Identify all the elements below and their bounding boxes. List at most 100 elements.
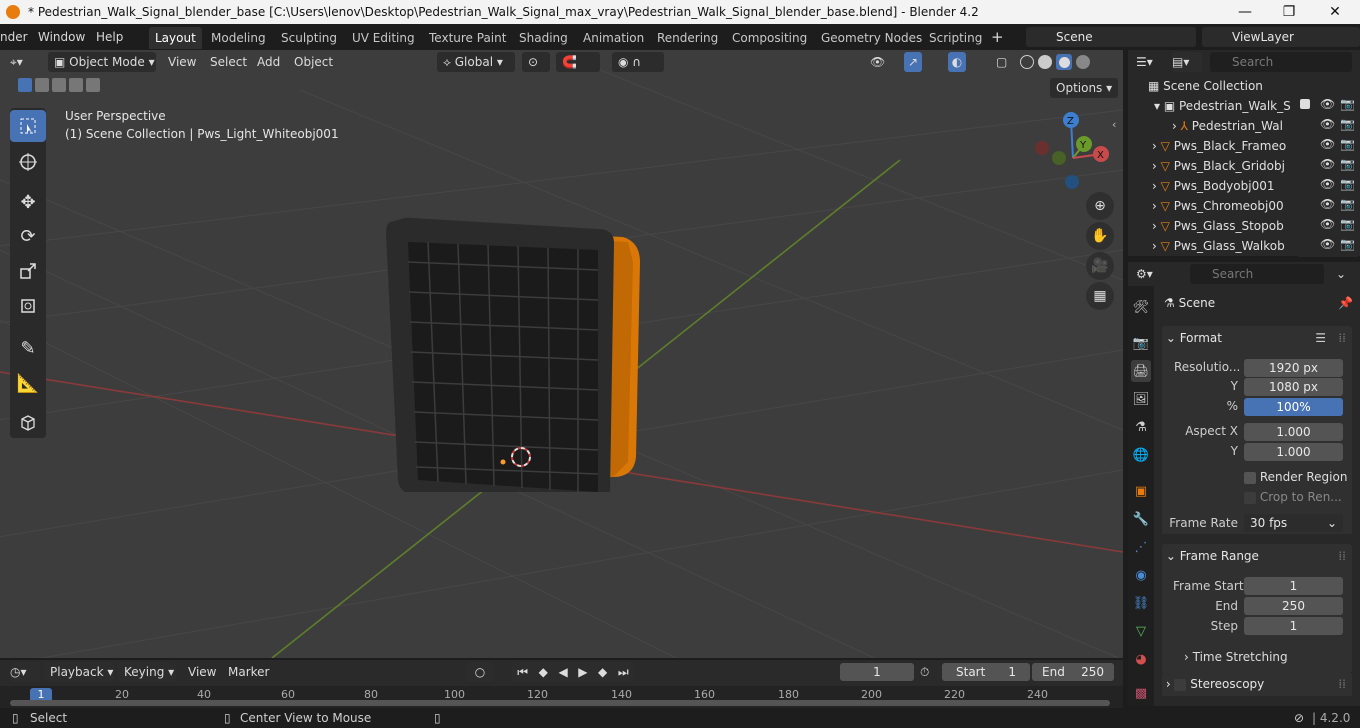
menu-view[interactable]: View xyxy=(168,52,196,72)
auto-keying-icon[interactable]: ○ xyxy=(466,662,494,682)
eye-icon[interactable]: 👁 xyxy=(1320,237,1335,251)
select-extend-icon[interactable] xyxy=(35,78,49,92)
aspect-y-field[interactable]: 1.000 xyxy=(1244,443,1343,461)
collection-exclude-checkbox[interactable] xyxy=(1300,99,1310,109)
tab-scripting[interactable]: Scripting xyxy=(923,27,988,49)
properties-options-chevron-icon[interactable]: ⌄ xyxy=(1336,264,1352,284)
scale-tool-icon[interactable] xyxy=(10,255,46,287)
timeline-view-menu[interactable]: View xyxy=(188,662,216,682)
snap-icon[interactable]: 🧲 xyxy=(556,52,600,72)
minimize-button[interactable]: — xyxy=(1222,0,1268,24)
rendered-shading-icon[interactable] xyxy=(1076,55,1090,69)
cursor-tool-icon[interactable] xyxy=(10,146,46,178)
transform-orientation-dropdown[interactable]: ⟡ Global ▾ xyxy=(437,52,515,72)
editor-type-icon[interactable]: ⌖▾ xyxy=(10,52,40,72)
frame-end-field[interactable]: 250 xyxy=(1244,597,1343,615)
timeline-scrollbar[interactable] xyxy=(10,700,1110,706)
camera-icon[interactable]: 📷 xyxy=(1340,157,1355,171)
menu-help[interactable]: Help xyxy=(96,28,123,46)
render-region-checkbox[interactable]: Render Region xyxy=(1244,470,1347,484)
annotate-tool-icon[interactable]: ✎ xyxy=(10,332,46,364)
ortho-toggle-icon[interactable]: ▦ xyxy=(1086,282,1114,310)
frame-step-field[interactable]: 1 xyxy=(1244,617,1343,635)
prev-keyframe-icon[interactable]: ◆ xyxy=(539,662,548,682)
jump-end-icon[interactable]: ⏭ xyxy=(618,662,629,682)
eye-icon[interactable]: 👁 xyxy=(1320,157,1335,171)
pivot-icon[interactable]: ⊙ xyxy=(522,52,550,72)
frame-range-section-header[interactable]: ⌄ Frame Range ⁞⁞ xyxy=(1162,544,1352,568)
current-frame-field[interactable]: 1 xyxy=(840,663,914,681)
resolution-y-field[interactable]: 1080 px xyxy=(1244,378,1343,396)
close-window-button[interactable]: ✕ xyxy=(1312,0,1358,24)
camera-icon[interactable]: 📷 xyxy=(1340,97,1355,111)
camera-icon[interactable]: 📷 xyxy=(1340,177,1355,191)
options-dropdown[interactable]: Options ▾ xyxy=(1050,78,1118,98)
material-tab-icon[interactable]: ◕ xyxy=(1131,648,1151,670)
pan-view-icon[interactable]: ✋ xyxy=(1086,222,1114,250)
tab-compositing[interactable]: Compositing xyxy=(726,27,813,49)
menu-object[interactable]: Object xyxy=(294,52,333,72)
stopwatch-icon[interactable]: ⏱ xyxy=(920,662,938,682)
tab-rendering[interactable]: Rendering xyxy=(651,27,724,49)
play-icon[interactable]: ▶ xyxy=(578,662,587,682)
3d-cursor-icon[interactable] xyxy=(506,442,536,472)
menu-add[interactable]: Add xyxy=(257,52,280,72)
time-stretching-subpanel[interactable]: › Time Stretching xyxy=(1184,650,1288,664)
select-new-icon[interactable] xyxy=(18,78,32,92)
resolution-x-field[interactable]: 1920 px xyxy=(1244,359,1343,377)
camera-icon[interactable]: 📷 xyxy=(1340,197,1355,211)
frame-start-field[interactable]: 1 xyxy=(1244,577,1343,595)
menu-render[interactable]: nder xyxy=(0,28,28,46)
aspect-x-field[interactable]: 1.000 xyxy=(1244,423,1343,441)
physics-tab-icon[interactable]: ◉ xyxy=(1131,564,1151,586)
timeline-ruler[interactable]: 1 20 40 60 80 100 120 140 160 180 200 22… xyxy=(0,686,1123,708)
tool-tab-icon[interactable]: 🛠 xyxy=(1131,296,1151,318)
outliner-editor-type-icon[interactable]: ☰▾ xyxy=(1136,52,1166,72)
timeline-marker-menu[interactable]: Marker xyxy=(228,662,269,682)
eye-icon[interactable]: 👁 xyxy=(1320,217,1335,231)
pin-icon[interactable]: 📌 xyxy=(1338,296,1353,310)
shading-mode-group[interactable] xyxy=(1020,52,1100,72)
overlay-toggle-icon[interactable]: ◐ xyxy=(948,52,966,72)
visibility-icon[interactable]: 👁 xyxy=(870,52,894,72)
particles-tab-icon[interactable]: ⋰ xyxy=(1131,536,1151,558)
keying-menu[interactable]: Keying ▾ xyxy=(118,662,176,682)
tab-uv-editing[interactable]: UV Editing xyxy=(346,27,421,49)
scene-tab-icon[interactable]: ⚗ xyxy=(1131,416,1151,438)
select-invert-icon[interactable] xyxy=(69,78,83,92)
transform-tool-icon[interactable] xyxy=(10,290,46,322)
eye-icon[interactable]: 👁 xyxy=(1320,177,1335,191)
selection-mode-group[interactable] xyxy=(18,78,104,98)
resolution-percent-field[interactable]: 100% xyxy=(1244,398,1343,416)
3d-viewport[interactable]: User Perspective (1) Scene Collection | … xyxy=(0,50,1123,658)
stereoscopy-section-header[interactable]: › Stereoscopy ⁞⁞ xyxy=(1162,672,1352,696)
properties-search-input[interactable]: Search xyxy=(1190,264,1324,284)
material-shading-icon[interactable] xyxy=(1056,54,1072,70)
sidebar-toggle-icon[interactable]: ‹ xyxy=(1112,118,1116,131)
wireframe-shading-icon[interactable] xyxy=(1020,55,1034,69)
view-layer-tab-icon[interactable]: 🖼 xyxy=(1131,388,1151,410)
texture-tab-icon[interactable]: ▩ xyxy=(1131,682,1151,704)
maximize-button[interactable]: ❐ xyxy=(1266,0,1312,24)
play-reverse-icon[interactable]: ◀ xyxy=(558,662,567,682)
tab-geometry-nodes[interactable]: Geometry Nodes xyxy=(815,27,928,49)
eye-icon[interactable]: 👁 xyxy=(1320,137,1335,151)
format-section-header[interactable]: ⌄ Format ☰ ⁞⁞ xyxy=(1162,326,1352,350)
eye-icon[interactable]: 👁 xyxy=(1320,97,1335,111)
render-tab-icon[interactable]: 📷 xyxy=(1131,332,1151,354)
jump-start-icon[interactable]: ⏮ xyxy=(517,662,528,682)
tab-texture-paint[interactable]: Texture Paint xyxy=(423,27,512,49)
output-tab-icon[interactable]: 🖨 xyxy=(1131,360,1151,382)
gizmo-toggle-icon[interactable]: ↗ xyxy=(904,52,922,72)
data-tab-icon[interactable]: ▽ xyxy=(1131,620,1151,642)
outliner-display-mode-icon[interactable]: ▤▾ xyxy=(1172,52,1202,72)
world-tab-icon[interactable]: 🌐 xyxy=(1131,444,1151,466)
measure-tool-icon[interactable]: 📐 xyxy=(10,367,46,399)
outliner-root-scene-collection[interactable]: ▦ Scene Collection xyxy=(1128,76,1360,96)
select-subtract-icon[interactable] xyxy=(52,78,66,92)
add-workspace-button[interactable]: + xyxy=(991,28,1004,46)
camera-icon[interactable]: 📷 xyxy=(1340,217,1355,231)
eye-icon[interactable]: 👁 xyxy=(1320,197,1335,211)
camera-icon[interactable]: 📷 xyxy=(1340,237,1355,251)
eye-icon[interactable]: 👁 xyxy=(1320,117,1335,131)
